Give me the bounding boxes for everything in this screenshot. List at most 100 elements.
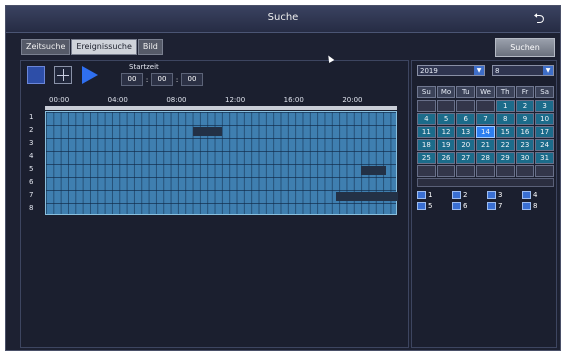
start-hour-input[interactable]: 00 [121, 73, 143, 86]
channel-number: 6 [463, 202, 468, 210]
calendar-empty-cell [436, 100, 456, 112]
calendar-day[interactable]: 28 [476, 152, 495, 164]
tab-event-search[interactable]: Ereignissuche [71, 39, 137, 55]
timeline-grid[interactable] [45, 111, 398, 215]
calendar-day[interactable]: 4 [417, 113, 436, 125]
calendar-empty-cell [476, 100, 495, 112]
calendar-days: 1 2 3 4 5 6 7 8 9 10 11 12 13 14 15 16 17 18 19 20 21 22 23 24 2… [417, 100, 554, 177]
tab-picture[interactable]: Bild [137, 39, 163, 55]
quad-view-icon[interactable] [54, 66, 72, 84]
calendar-day[interactable]: 14 [476, 126, 495, 138]
calendar-day[interactable]: 31 [535, 152, 554, 164]
calendar-day[interactable]: 3 [535, 100, 554, 112]
calendar-day[interactable]: 24 [535, 139, 554, 151]
calendar-day[interactable]: 19 [436, 139, 456, 151]
hour-label: 12:00 [225, 96, 246, 104]
weekday-label: Th [495, 86, 515, 98]
channel-checkbox[interactable]: 3 [487, 191, 522, 199]
calendar-divider [417, 178, 554, 187]
calendar-day[interactable]: 20 [456, 139, 476, 151]
hour-label: 16:00 [283, 96, 304, 104]
return-icon[interactable]: ⮌ [528, 10, 550, 28]
channel-label: 6 [29, 178, 34, 186]
calendar-day[interactable]: 27 [456, 152, 476, 164]
calendar-day[interactable]: 5 [436, 113, 456, 125]
event-block[interactable] [336, 192, 398, 201]
calendar-day[interactable]: 23 [515, 139, 535, 151]
tab-time-search[interactable]: Zeitsuche [21, 39, 71, 55]
calendar-day[interactable]: 6 [456, 113, 476, 125]
calendar-day[interactable]: 25 [417, 152, 436, 164]
channel-number: 2 [463, 191, 468, 199]
weekday-label: Mo [436, 86, 456, 98]
calendar-day[interactable]: 17 [535, 126, 554, 138]
window-title: Suche [267, 12, 299, 23]
calendar-empty-cell [456, 100, 476, 112]
calendar-day[interactable]: 8 [495, 113, 515, 125]
calendar-empty-cell [495, 165, 515, 177]
channel-label: 8 [29, 204, 34, 212]
channel-label: 1 [29, 113, 34, 121]
channel-number: 3 [498, 191, 503, 199]
hour-labels: 00:00 04:00 08:00 12:00 16:00 20:00 [45, 96, 397, 106]
calendar-day[interactable]: 12 [436, 126, 456, 138]
calendar-empty-cell [476, 165, 495, 177]
checkbox-icon [487, 191, 496, 199]
checkbox-icon [452, 191, 461, 199]
single-view-icon[interactable] [27, 66, 45, 84]
channel-checkbox[interactable]: 7 [487, 202, 522, 210]
month-select[interactable]: 8 ▼ [492, 65, 554, 76]
year-value: 2019 [420, 67, 438, 75]
channel-checkbox[interactable]: 6 [452, 202, 487, 210]
start-second-input[interactable]: 00 [181, 73, 203, 86]
calendar-day[interactable]: 21 [476, 139, 495, 151]
channel-rows: 1 2 3 4 5 6 7 8 [27, 111, 401, 217]
channel-checkbox[interactable]: 4 [522, 191, 557, 199]
calendar-day[interactable]: 16 [515, 126, 535, 138]
hour-label: 08:00 [166, 96, 187, 104]
month-value: 8 [495, 67, 500, 75]
chevron-down-icon: ▼ [474, 66, 484, 75]
play-icon[interactable] [82, 66, 98, 84]
calendar-day[interactable]: 30 [515, 152, 535, 164]
calendar-day[interactable]: 10 [535, 113, 554, 125]
checkbox-icon [452, 202, 461, 210]
start-time-label: Startzeit [129, 63, 159, 71]
year-select[interactable]: 2019 ▼ [417, 65, 485, 76]
calendar-day[interactable]: 22 [495, 139, 515, 151]
hour-label: 00:00 [49, 96, 70, 104]
channel-label: 3 [29, 139, 34, 147]
calendar-day[interactable]: 2 [515, 100, 535, 112]
calendar-day[interactable]: 11 [417, 126, 436, 138]
calendar-day[interactable]: 13 [456, 126, 476, 138]
calendar-day[interactable]: 18 [417, 139, 436, 151]
calendar-day[interactable]: 1 [495, 100, 515, 112]
search-window: Suche ⮌ Zeitsuche Ereignissuche Bild Suc… [5, 5, 561, 351]
start-minute-input[interactable]: 00 [151, 73, 173, 86]
channel-number: 1 [428, 191, 433, 199]
channel-checkbox[interactable]: 5 [417, 202, 452, 210]
channel-checkbox[interactable]: 8 [522, 202, 557, 210]
calendar-empty-cell [417, 100, 436, 112]
channel-checkbox[interactable]: 2 [452, 191, 487, 199]
weekday-header: Su Mo Tu We Th Fr Sa [417, 86, 554, 98]
event-block[interactable] [361, 166, 387, 175]
calendar-day[interactable]: 15 [495, 126, 515, 138]
weekday-label: We [476, 86, 495, 98]
search-button[interactable]: Suchen [495, 38, 555, 57]
event-block[interactable] [192, 127, 222, 136]
hour-ruler [45, 106, 397, 110]
calendar-day[interactable]: 26 [436, 152, 456, 164]
search-tabs: Zeitsuche Ereignissuche Bild [21, 39, 164, 55]
channel-number: 7 [498, 202, 503, 210]
weekday-label: Su [417, 86, 436, 98]
checkbox-icon [522, 202, 531, 210]
channel-checkbox[interactable]: 1 [417, 191, 452, 199]
calendar-day[interactable]: 29 [495, 152, 515, 164]
recording-timeline: 00:00 04:00 08:00 12:00 16:00 20:00 1 2 3 4 5 6 7 8 [27, 96, 401, 220]
calendar-empty-cell [417, 165, 436, 177]
calendar-day[interactable]: 7 [476, 113, 495, 125]
calendar-empty-cell [535, 165, 554, 177]
calendar-day[interactable]: 9 [515, 113, 535, 125]
calendar-panel: 2019 ▼ 8 ▼ Su Mo Tu We Th Fr Sa 1 2 3 4 5 6 7 8 9 10 11 1… [411, 60, 557, 348]
